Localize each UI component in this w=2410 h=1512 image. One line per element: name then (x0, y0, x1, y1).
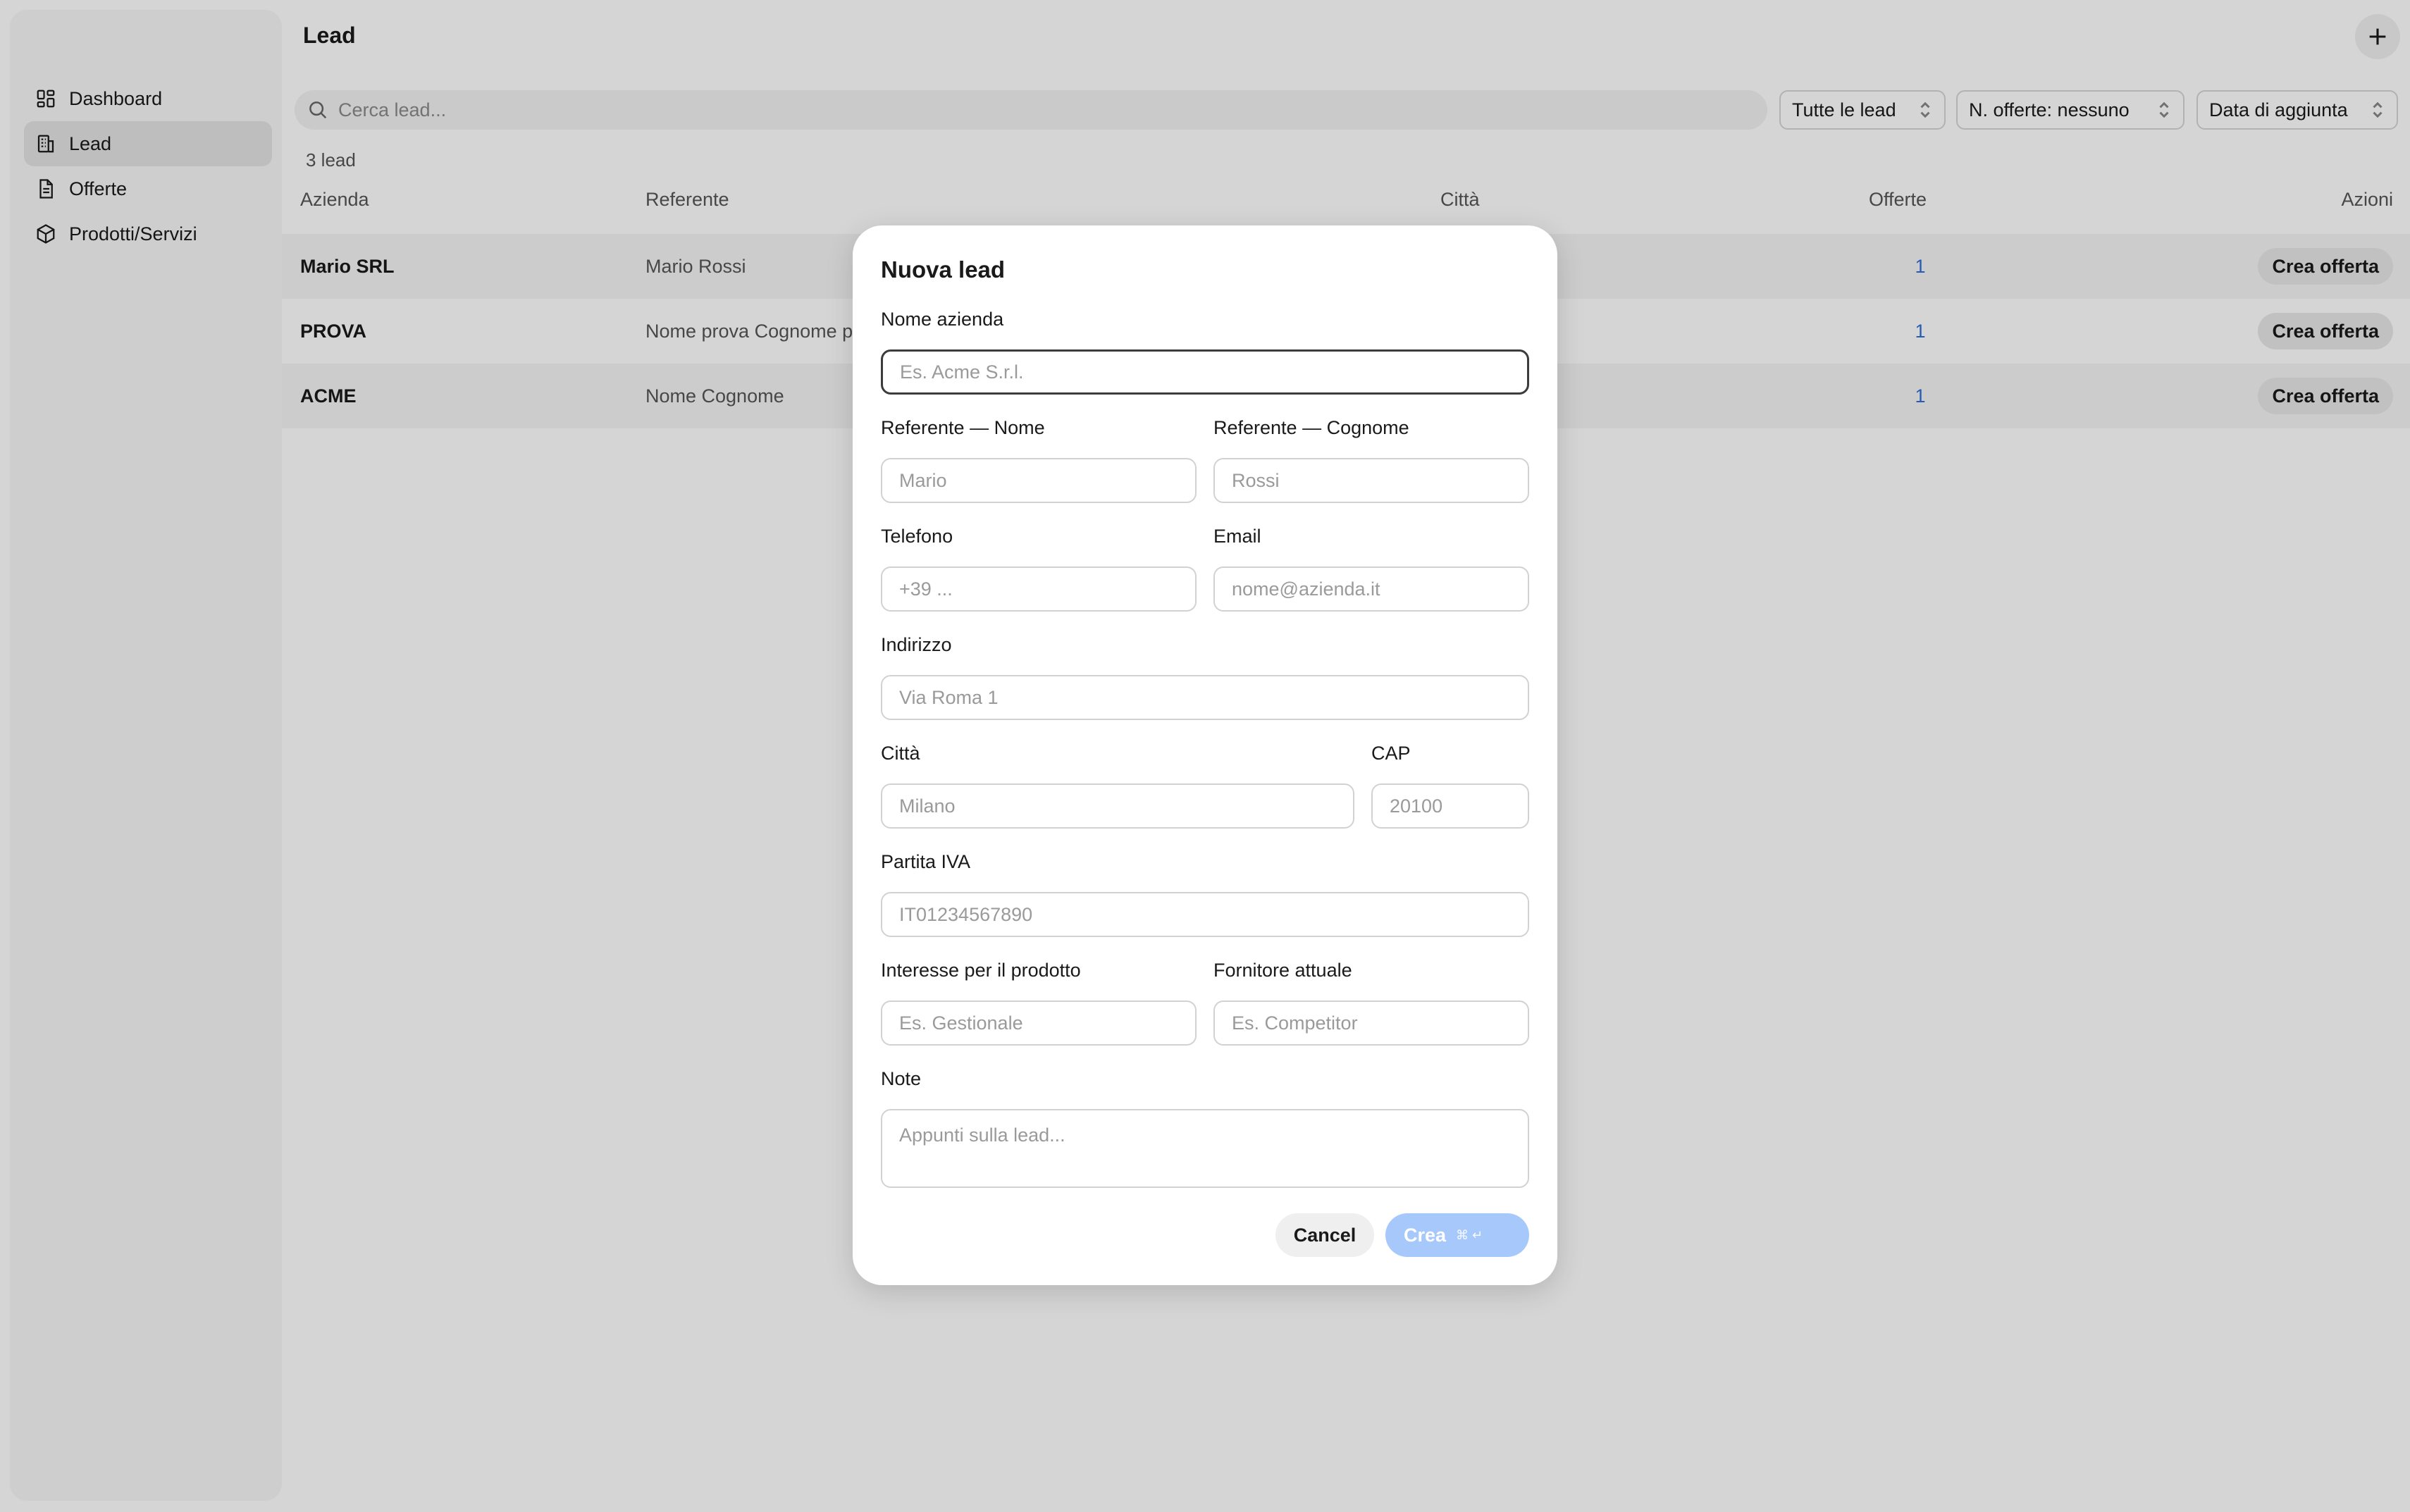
interesse-label: Interesse per il prodotto (881, 960, 1081, 981)
cap-label: CAP (1371, 743, 1411, 764)
indirizzo-label: Indirizzo (881, 634, 952, 655)
new-lead-dialog: Nuova lead Nome azienda Referente — Nome… (853, 225, 1557, 1285)
telefono-input[interactable] (881, 566, 1197, 612)
nome-label: Referente — Nome (881, 417, 1045, 438)
keyboard-shortcut-hint: ⌘ ↵ (1456, 1227, 1483, 1242)
azienda-label: Nome azienda (881, 309, 1004, 330)
email-field[interactable] (1213, 566, 1529, 612)
note-textarea[interactable] (881, 1109, 1529, 1188)
citta-label: Città (881, 743, 920, 764)
create-button-label: Crea (1404, 1224, 1447, 1246)
citta-input[interactable] (881, 783, 1354, 829)
telefono-label: Telefono (881, 526, 953, 547)
app: Dashboard Lead Offerte Prodotti/Servizi (0, 0, 2410, 1512)
interesse-input[interactable] (881, 1000, 1197, 1046)
create-button[interactable]: Crea ⌘ ↵ (1385, 1213, 1529, 1257)
email-label: Email (1213, 526, 1261, 547)
fornitore-label: Fornitore attuale (1213, 960, 1352, 981)
piva-label: Partita IVA (881, 851, 971, 872)
cognome-label: Referente — Cognome (1213, 417, 1409, 438)
cognome-input[interactable] (1213, 458, 1529, 503)
dialog-title: Nuova lead (881, 256, 1006, 283)
cap-input[interactable] (1371, 783, 1529, 829)
azienda-input[interactable] (881, 349, 1529, 395)
fornitore-input[interactable] (1213, 1000, 1529, 1046)
indirizzo-input[interactable] (881, 675, 1529, 720)
piva-input[interactable] (881, 892, 1529, 937)
cancel-button[interactable]: Cancel (1275, 1213, 1374, 1257)
nome-input[interactable] (881, 458, 1197, 503)
note-label: Note (881, 1068, 922, 1089)
